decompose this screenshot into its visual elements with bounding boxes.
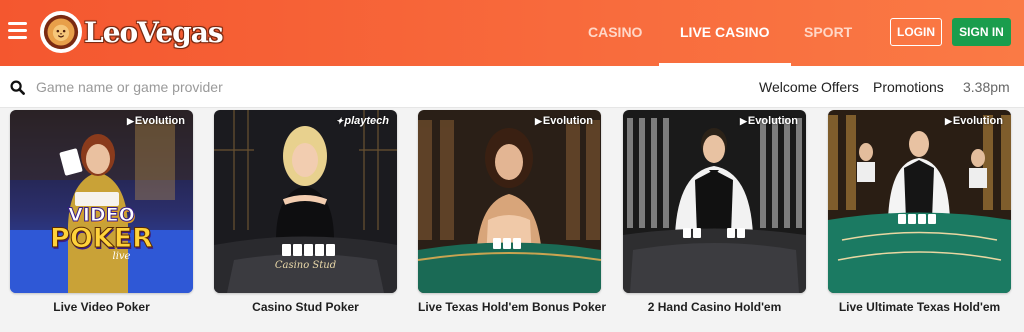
evolution-logo-icon: ▶ <box>944 115 952 126</box>
game-tile-texas-holdem-bonus[interactable]: ▶ Evolution Live Texas Hold'em Bonus Pok… <box>418 110 606 314</box>
game-tile-live-video-poker[interactable]: VIDEO POKER live ▶ Evolution Live Video … <box>10 110 193 314</box>
provider-name: Evolution <box>542 115 593 127</box>
game-thumbnail[interactable]: ▶ Evolution <box>623 110 806 293</box>
game-title[interactable]: Live Ultimate Texas Hold'em <box>828 300 1011 314</box>
search-icon[interactable] <box>10 80 25 95</box>
brand-logo[interactable]: LeoVegas <box>40 11 224 53</box>
casino-stud-table-logo: Casino Stud <box>274 260 337 271</box>
top-header: LeoVegas CASINO LIVE CASINO SPORT LOGIN … <box>0 0 1024 67</box>
lion-logo-icon <box>40 11 82 53</box>
nav-live-casino[interactable]: LIVE CASINO <box>658 0 793 67</box>
game-title[interactable]: Live Texas Hold'em Bonus Poker <box>418 300 606 314</box>
game-title[interactable]: Casino Stud Poker <box>214 300 397 314</box>
clock: 3.38pm <box>963 79 1010 95</box>
provider-name: Evolution <box>134 115 185 127</box>
search-bar: Welcome Offers Promotions 3.38pm <box>0 66 1024 108</box>
provider-name: Evolution <box>747 115 798 127</box>
provider-badge: ▶ Evolution <box>740 115 798 127</box>
brand-name: LeoVegas <box>84 15 224 49</box>
game-thumbnail[interactable]: ▶ Evolution <box>828 110 1011 293</box>
provider-name: playtech <box>344 115 389 127</box>
provider-badge: ▶ Evolution <box>945 115 1003 127</box>
promotions-link[interactable]: Promotions <box>873 79 944 95</box>
video-poker-logo: VIDEO POKER live <box>10 205 193 262</box>
signin-button[interactable]: SIGN IN <box>952 18 1011 46</box>
thumb-text-poker: POKER <box>50 223 154 254</box>
evolution-logo-icon: ▶ <box>739 115 747 126</box>
provider-badge: ▶ Evolution <box>535 115 593 127</box>
game-tile-casino-stud-poker[interactable]: Casino Stud ✦ playtech Casino Stud Poker <box>214 110 397 314</box>
login-button[interactable]: LOGIN <box>890 18 942 46</box>
search-input[interactable] <box>36 75 636 99</box>
evolution-logo-icon: ▶ <box>534 115 542 126</box>
nav-sport[interactable]: SPORT <box>804 0 852 66</box>
evolution-logo-icon: ▶ <box>126 115 134 126</box>
provider-badge: ✦ playtech <box>336 115 389 127</box>
playtech-logo-icon: ✦ <box>335 115 344 126</box>
game-tile-ultimate-texas-holdem[interactable]: ▶ Evolution Live Ultimate Texas Hold'em <box>828 110 1011 314</box>
menu-icon[interactable] <box>8 22 27 40</box>
nav-casino[interactable]: CASINO <box>588 0 642 66</box>
welcome-offers-link[interactable]: Welcome Offers <box>759 79 859 95</box>
game-tile-2-hand-casino-holdem[interactable]: ▶ Evolution 2 Hand Casino Hold'em <box>623 110 806 314</box>
provider-badge: ▶ Evolution <box>127 115 185 127</box>
game-thumbnail[interactable]: VIDEO POKER live ▶ Evolution <box>10 110 193 293</box>
game-thumbnail[interactable]: ▶ Evolution <box>418 110 601 293</box>
game-title[interactable]: Live Video Poker <box>10 300 193 314</box>
game-thumbnail[interactable]: Casino Stud ✦ playtech <box>214 110 397 293</box>
game-title[interactable]: 2 Hand Casino Hold'em <box>623 300 806 314</box>
provider-name: Evolution <box>952 115 1003 127</box>
